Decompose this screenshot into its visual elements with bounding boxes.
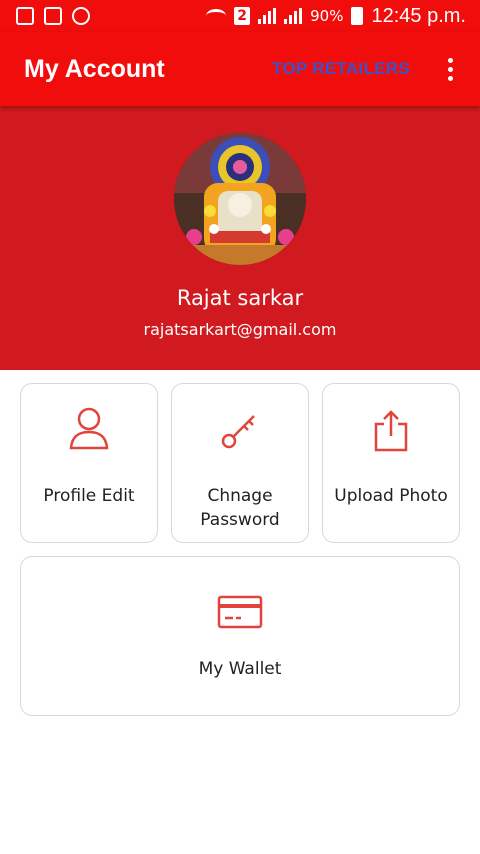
upload-photo-label: Upload Photo [334,486,448,506]
profile-header: Rajat sarkar rajatsarkart@gmail.com [0,106,480,370]
profile-edit-card[interactable]: Profile Edit [20,383,158,543]
key-icon [220,410,260,454]
avatar[interactable] [174,133,306,265]
battery-icon [351,7,364,25]
signal-icon [258,8,277,24]
page-title: My Account [24,54,165,83]
change-password-card[interactable]: Chnage Password [171,383,309,543]
clock: 12:45 p.m. [371,4,466,27]
signal-icon-2 [284,8,303,24]
change-password-label: Chnage Password [200,486,280,530]
profile-email: rajatsarkart@gmail.com [143,320,337,339]
profile-name: Rajat sarkar [176,286,304,310]
app-bar: My Account TOP RETAILERS [0,32,480,106]
my-wallet-label: My Wallet [198,659,282,679]
user-icon [69,406,109,454]
system-icons: 2 90% 12:45 p.m. [206,5,480,28]
top-retailers-button[interactable]: TOP RETAILERS [272,59,410,79]
wifi-icon [206,9,227,23]
share-upload-icon [373,408,409,456]
gallery-notification-icon [16,7,34,25]
my-wallet-card[interactable]: My Wallet [20,556,460,716]
app-notification-icon [72,7,90,25]
credit-card-icon [217,595,263,633]
upload-photo-card[interactable]: Upload Photo [322,383,460,543]
battery-percent: 90% [310,7,344,25]
notification-icons [0,7,90,25]
status-bar: 2 90% 12:45 p.m. [0,0,480,32]
overflow-menu-icon[interactable] [428,47,472,91]
profile-edit-label: Profile Edit [43,486,135,506]
image-notification-icon [44,7,62,25]
sim-badge: 2 [234,7,251,25]
